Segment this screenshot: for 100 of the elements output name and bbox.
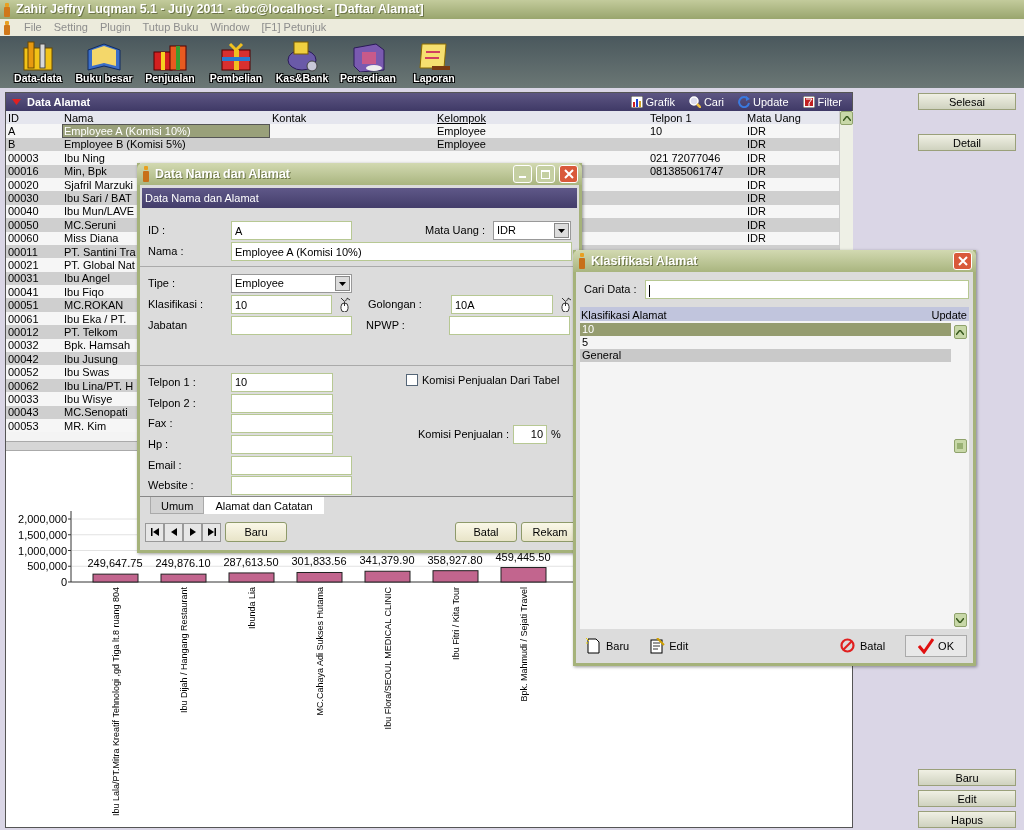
book-icon: [84, 40, 124, 72]
tick-label: 1,000,000: [18, 544, 67, 557]
footer-button[interactable]: Batal: [840, 637, 886, 655]
side-button[interactable]: Selesai: [918, 93, 1016, 110]
field-label: Email :: [148, 457, 183, 473]
search-icon: [688, 96, 701, 108]
grip-icon[interactable]: [957, 443, 963, 449]
mouse-icon[interactable]: [560, 297, 572, 312]
column-header[interactable]: ID: [6, 111, 62, 125]
column-header[interactable]: Mata Uang: [745, 111, 839, 125]
input-field[interactable]: A: [231, 221, 352, 240]
app-icon: [141, 166, 151, 182]
footer-button[interactable]: OK: [905, 634, 967, 658]
scroll-down-button[interactable]: [953, 613, 967, 627]
dropdown[interactable]: Employee: [231, 274, 352, 293]
checkbox[interactable]: [406, 374, 418, 387]
toolbar-button[interactable]: Laporan: [404, 40, 464, 84]
scroll-up-button[interactable]: [953, 325, 967, 339]
triangle-left-icon[interactable]: [169, 528, 178, 536]
bar: [364, 570, 411, 583]
panel-title: Data Alamat: [27, 94, 91, 110]
close-icon[interactable]: [957, 256, 968, 266]
column-header[interactable]: Klasifikasi Alamat: [581, 307, 667, 321]
caret-icon[interactable]: [558, 228, 565, 233]
column-header[interactable]: Kontak: [270, 111, 435, 125]
previous-button[interactable]: [164, 522, 183, 542]
field-label: Komisi Penjualan :: [418, 426, 510, 442]
mouse-icon[interactable]: [339, 297, 351, 312]
close-button[interactable]: [559, 165, 578, 183]
input-field[interactable]: 10: [513, 424, 548, 444]
first-button[interactable]: [145, 522, 164, 542]
toolbar-button[interactable]: Buku besar: [74, 40, 134, 84]
input-field[interactable]: [449, 316, 570, 335]
input-field[interactable]: [231, 393, 333, 413]
scroll-up-button[interactable]: [840, 111, 853, 125]
list-item[interactable]: 5: [580, 336, 951, 349]
input-field[interactable]: [231, 455, 352, 475]
input-field[interactable]: 10A: [451, 295, 553, 314]
table-cell: 00052: [6, 365, 62, 379]
toolbar-button[interactable]: Persediaan: [338, 40, 398, 84]
bar: [432, 570, 479, 583]
filter-icon: [802, 96, 815, 108]
close-button[interactable]: [953, 252, 972, 270]
toolbar-button[interactable]: Cari: [684, 93, 729, 111]
side-button[interactable]: Hapus: [918, 811, 1016, 828]
table-cell: 00003: [6, 151, 62, 165]
table-cell: Ibu Ning: [62, 151, 270, 165]
input-field[interactable]: [231, 414, 333, 434]
category-label: Ibu Fitri / Kita Tour: [451, 587, 461, 660]
input-field[interactable]: [231, 434, 333, 454]
tick-label: 0: [60, 576, 67, 588]
input-field[interactable]: 10: [231, 372, 333, 392]
new-button[interactable]: Baru: [225, 522, 287, 542]
toolbar-button[interactable]: Update: [734, 93, 793, 111]
triangle-right-icon[interactable]: [188, 528, 197, 536]
no-entry-icon: [840, 638, 856, 654]
field-label: Cari Data :: [584, 282, 637, 298]
cancel-button[interactable]: Batal: [455, 522, 517, 542]
input-field[interactable]: Employee A (Komisi 10%): [231, 242, 572, 261]
column-header[interactable]: Update: [931, 307, 967, 321]
chevron-up-icon[interactable]: [842, 115, 851, 121]
column-header[interactable]: Nama: [62, 111, 270, 125]
input-field[interactable]: 10: [231, 295, 332, 314]
column-header[interactable]: Telpon 1: [648, 111, 745, 125]
app-icon: [577, 253, 587, 269]
close-icon[interactable]: [563, 169, 574, 179]
chevron-up-icon[interactable]: [956, 329, 964, 335]
last-button[interactable]: [202, 522, 221, 542]
toolbar-button[interactable]: Pembelian: [206, 40, 266, 84]
footer-button[interactable]: Baru: [586, 637, 630, 655]
tab[interactable]: Umum: [150, 497, 205, 514]
next-button[interactable]: [183, 522, 202, 542]
input-field[interactable]: [231, 316, 352, 335]
side-button[interactable]: Edit: [918, 790, 1016, 807]
table-cell: IDR: [745, 151, 839, 165]
bar: [296, 572, 343, 583]
caret-icon[interactable]: [339, 281, 346, 286]
toolbar-button[interactable]: Kas&Bank: [272, 40, 332, 84]
list-item[interactable]: General: [580, 349, 951, 362]
column-header[interactable]: Kelompok: [435, 111, 648, 125]
search-field[interactable]: [644, 280, 969, 299]
toolbar-button[interactable]: Filter: [798, 93, 846, 111]
table-cell: 00033: [6, 392, 62, 406]
category-label: MC.Cahaya Adi Sukses Hutama: [315, 587, 325, 716]
tab[interactable]: Alamat dan Catatan: [204, 497, 324, 514]
table-cell: 10: [648, 124, 745, 138]
toolbar-button[interactable]: Penjualan: [140, 40, 200, 84]
footer-button[interactable]: Edit: [649, 637, 689, 655]
toolbar-button[interactable]: Grafik: [626, 93, 679, 111]
skip-forward-icon[interactable]: [207, 528, 216, 536]
value-label: 287,613.50: [223, 555, 279, 568]
input-field[interactable]: [231, 476, 352, 496]
chevron-down-icon[interactable]: [956, 617, 964, 623]
side-button[interactable]: Baru: [918, 769, 1016, 786]
scroll-thumb[interactable]: [953, 439, 967, 453]
dropdown[interactable]: IDR: [493, 221, 571, 240]
toolbar-button[interactable]: Data-data: [8, 40, 68, 84]
side-button[interactable]: Detail: [918, 134, 1016, 151]
bar: [228, 572, 275, 583]
skip-back-icon[interactable]: [150, 528, 159, 536]
